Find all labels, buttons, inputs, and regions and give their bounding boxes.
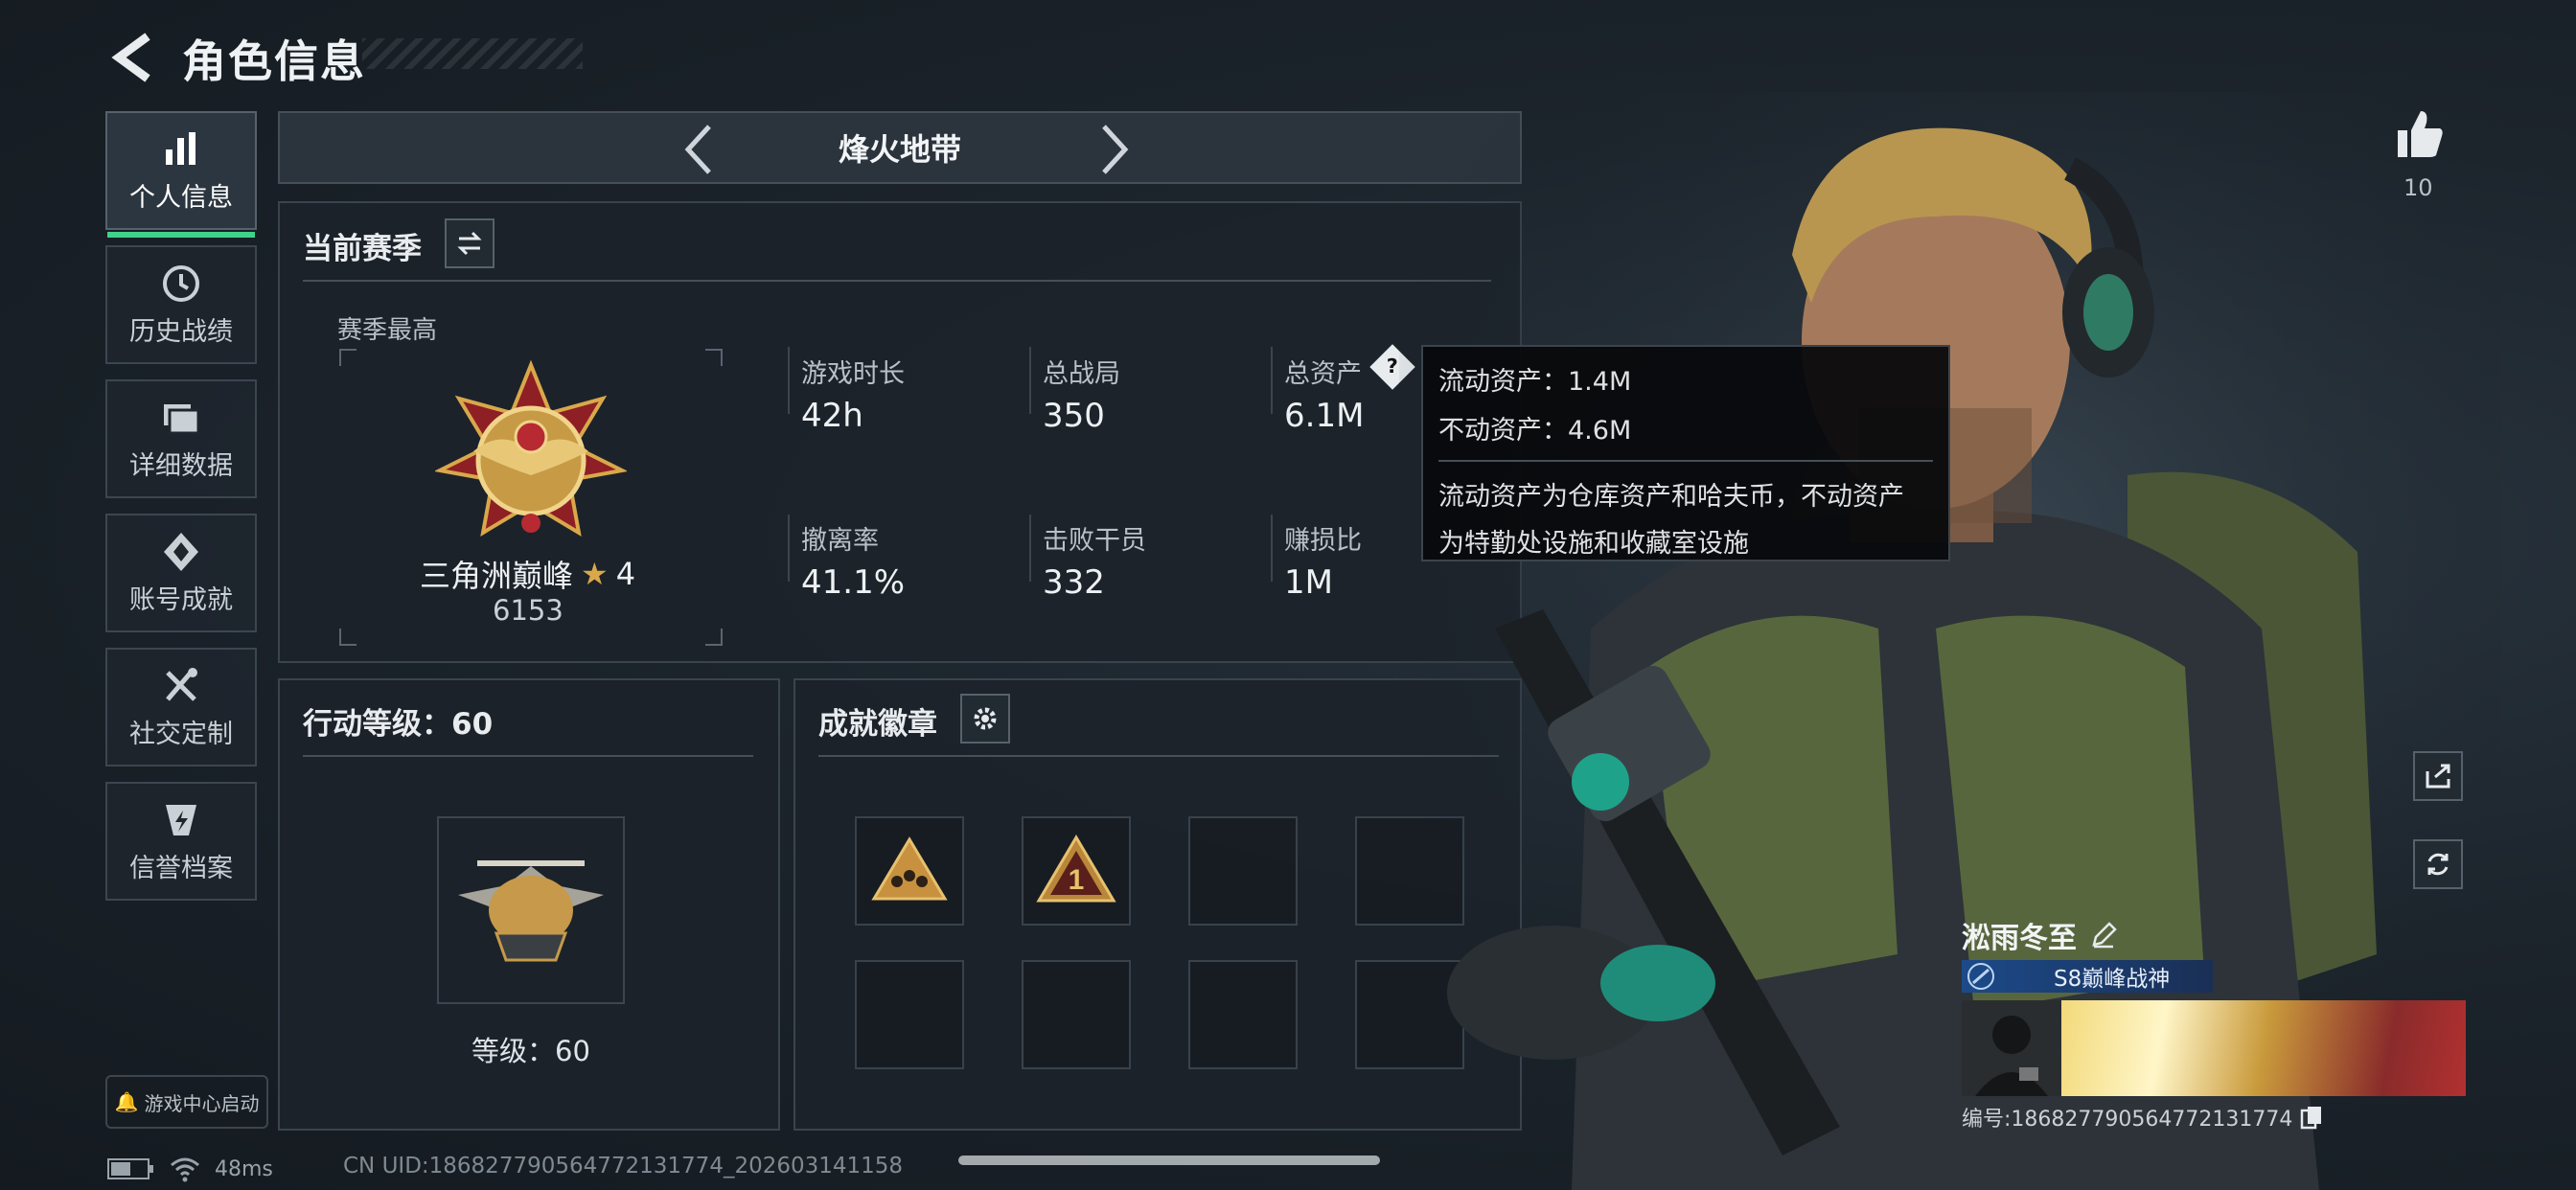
sidebar-item-personal-info[interactable]: 个人信息: [105, 111, 257, 238]
mode-selector: 烽火地带: [278, 111, 1522, 184]
stat-value: 332: [1043, 563, 1105, 602]
refresh-icon: [2427, 853, 2449, 876]
badge-settings-button[interactable]: [960, 694, 1010, 744]
season-panel: 当前赛季 赛季最高 三角洲巅峰 ★ 4 6153 游戏时长 42h 总战局 35…: [278, 201, 1522, 663]
sidebar-item-credit[interactable]: 信誉档案: [105, 782, 257, 901]
player-name-card: 淞雨冬至 S8巅峰战神 编号:1868277905647721317​74: [1962, 910, 2466, 1133]
sidebar-item-label: 个人信息: [129, 182, 233, 213]
wifi-icon: [171, 1157, 199, 1182]
stat-value: 6.1M: [1284, 397, 1365, 435]
gear-icon: [974, 707, 997, 730]
rank-emblem-icon: [435, 360, 627, 537]
stat-value: 1M: [1284, 563, 1333, 602]
stat-value: 42h: [801, 397, 863, 435]
squad-badge-icon: [871, 836, 948, 901]
rank-name-row: 三角洲巅峰 ★ 4: [420, 552, 635, 596]
season-best-label: 赛季最高: [337, 316, 438, 345]
player-id: 编号:1868277905647721317​74: [1962, 1108, 2293, 1132]
title-banner: S8巅峰战神: [1962, 960, 2213, 993]
mode-title: 烽火地带: [838, 131, 961, 168]
title-emblem-icon: [1967, 963, 1994, 990]
bar-chart-icon: [166, 131, 196, 165]
season-title: 当前赛季: [303, 232, 422, 266]
switch-season-button[interactable]: [445, 218, 494, 268]
badge-slot-empty[interactable]: [1022, 960, 1131, 1069]
stat-label: 赚损比: [1284, 526, 1362, 556]
credit-shield-icon: [166, 804, 196, 835]
badges-title: 成就徽章: [818, 707, 937, 742]
rank-name: 三角洲巅峰: [420, 558, 574, 594]
section-divider: [303, 280, 1491, 282]
rank-stars: 4: [615, 556, 636, 592]
first-place-badge-icon: 1: [1036, 835, 1116, 903]
sidebar-item-social[interactable]: 社交定制: [105, 648, 257, 767]
history-clock-icon: [163, 264, 199, 302]
asset-tooltip: 流动资产：1.4M 不动资产：4.6M 流动资产为仓库资产和哈夫币，不动资产 为…: [1421, 345, 1950, 561]
rank-points: 6153: [493, 594, 564, 627]
stat-value: 41.1%: [801, 563, 906, 602]
sidebar-item-label: 社交定制: [129, 719, 233, 749]
uid-text: CN UID:18682779056477213177​4_2026031411…: [343, 1154, 904, 1179]
scroll-indicator[interactable]: [958, 1156, 1380, 1165]
back-arrow-icon[interactable]: [105, 29, 163, 86]
ping: 48ms: [215, 1156, 273, 1181]
sidebar-item-label: 历史战绩: [129, 316, 233, 347]
share-button[interactable]: [2413, 751, 2463, 801]
badge-slot-empty[interactable]: [1188, 960, 1298, 1069]
status-bar: 48ms: [107, 1156, 273, 1182]
page-title: 角色信息: [182, 35, 366, 87]
action-level-panel: 行动等级：60 等级：60: [278, 678, 780, 1131]
badge-slot[interactable]: 1: [1022, 816, 1131, 926]
achievement-icon: [164, 532, 198, 571]
tooltip-liquid-assets: 流动资产：1.4M: [1438, 367, 1632, 397]
sidebar-item-history[interactable]: 历史战绩: [105, 245, 257, 364]
stat-label: 总战局: [1043, 359, 1120, 389]
active-indicator: [107, 232, 255, 238]
swap-icon: [457, 231, 482, 256]
refresh-button[interactable]: [2413, 839, 2463, 889]
badge-slot-empty[interactable]: [1188, 816, 1298, 926]
folder-icon: [164, 403, 200, 434]
player-name: 淞雨冬至: [1962, 922, 2077, 955]
battery-icon: [107, 1158, 153, 1179]
stat-label: 总资产: [1284, 359, 1362, 389]
badge-slot[interactable]: [855, 816, 964, 926]
sidebar-item-label: 账号成就: [129, 584, 233, 615]
thumbs-up-icon[interactable]: [2392, 107, 2446, 161]
like-count: 10: [2404, 174, 2433, 201]
badge-slot-empty[interactable]: [855, 960, 964, 1069]
name-card-banner-image: [2061, 1000, 2466, 1096]
game-center-launch-button[interactable]: 🔔 游戏中心启动: [105, 1075, 268, 1129]
bell-icon: 🔔: [114, 1090, 139, 1113]
stat-label: 撤离率: [801, 526, 879, 556]
stat-label: 击败干员: [1043, 526, 1146, 556]
launcher-label: 游戏中心启动: [144, 1091, 260, 1115]
rank-star-icon: ★: [581, 556, 609, 592]
edit-name-icon[interactable]: [2090, 922, 2117, 949]
level-title: 行动等级：60: [303, 707, 494, 742]
next-mode-arrow-icon[interactable]: [1085, 121, 1142, 178]
stat-value: 350: [1043, 397, 1105, 435]
avatar[interactable]: [1962, 1000, 2061, 1096]
level-emblem-frame: [437, 816, 625, 1004]
stat-label: 游戏时长: [801, 359, 905, 389]
tools-icon: [166, 667, 197, 701]
sidebar-item-details[interactable]: 详细数据: [105, 379, 257, 498]
sidebar-item-label: 详细数据: [129, 450, 233, 481]
tooltip-fixed-assets: 不动资产：4.6M: [1438, 416, 1632, 446]
title-decoration: [362, 38, 583, 69]
sidebar-item-label: 信誉档案: [129, 853, 233, 883]
svg-text:1: 1: [1069, 864, 1085, 896]
copy-icon[interactable]: [2300, 1105, 2323, 1130]
sidebar-item-achievements[interactable]: 账号成就: [105, 514, 257, 632]
card-banner: [1962, 1000, 2466, 1096]
tooltip-description-2: 为特勤处设施和收藏室设施: [1438, 529, 1749, 559]
share-icon: [2426, 764, 2450, 789]
prev-mode-arrow-icon[interactable]: [671, 121, 728, 178]
level-label: 等级：60: [472, 1035, 590, 1067]
helicopter-emblem-icon: [458, 860, 604, 962]
player-title: S8巅峰战神: [2054, 967, 2171, 992]
tooltip-description-1: 流动资产为仓库资产和哈夫币，不动资产: [1438, 482, 1904, 512]
